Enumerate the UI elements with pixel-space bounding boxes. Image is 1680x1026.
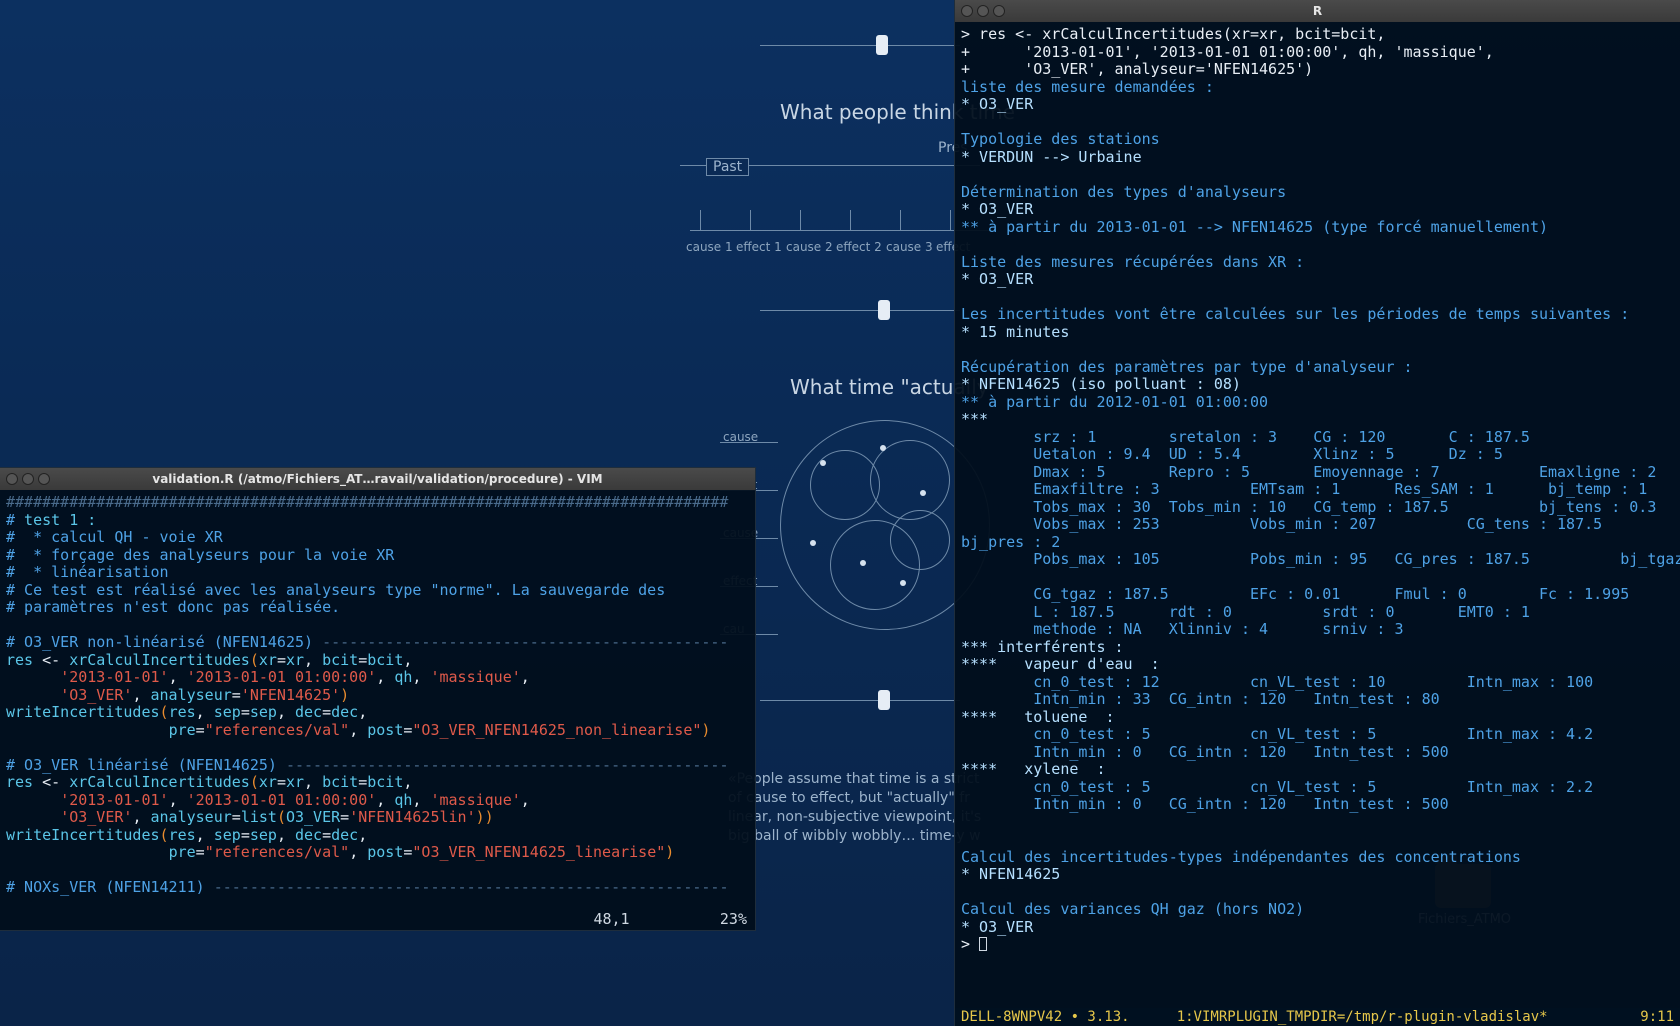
minimize-icon[interactable] xyxy=(22,473,34,485)
wallpaper-slider-knob-1 xyxy=(876,35,888,55)
vim-titlebar[interactable]: validation.R (/atmo/Fichiers_AT…ravail/v… xyxy=(0,468,755,490)
maximize-icon[interactable] xyxy=(38,473,50,485)
maximize-icon[interactable] xyxy=(993,5,1005,17)
close-icon[interactable] xyxy=(961,5,973,17)
minimize-icon[interactable] xyxy=(977,5,989,17)
wallpaper-quote: «People assume that time is a strictof c… xyxy=(728,770,981,846)
r-title: R xyxy=(955,4,1680,18)
wallpaper-slider-knob-2 xyxy=(878,300,890,320)
r-status-left: DELL-8WNPV42 • 3.13. xyxy=(961,1009,1130,1025)
r-titlebar[interactable]: R xyxy=(955,0,1680,22)
vim-window[interactable]: validation.R (/atmo/Fichiers_AT…ravail/v… xyxy=(0,468,755,930)
r-terminal[interactable]: > res <- xrCalculIncertitudes(xr=xr, bci… xyxy=(955,22,1680,1008)
r-status-right: 1:VIMRPLUGIN_TMPDIR=/tmp/r-plugin-vladis… xyxy=(1177,1009,1674,1025)
vim-status: 48,1 23% xyxy=(593,910,747,928)
r-window[interactable]: R > res <- xrCalculIncertitudes(xr=xr, b… xyxy=(955,0,1680,1026)
close-icon[interactable] xyxy=(6,473,18,485)
wallpaper-label-past: Past xyxy=(706,158,749,176)
vim-terminal[interactable]: ########################################… xyxy=(0,490,755,930)
wallpaper-slider-knob-3 xyxy=(878,690,890,710)
r-statusbar: DELL-8WNPV42 • 3.13. 1:VIMRPLUGIN_TMPDIR… xyxy=(955,1008,1680,1026)
vim-title: validation.R (/atmo/Fichiers_AT…ravail/v… xyxy=(0,472,755,486)
